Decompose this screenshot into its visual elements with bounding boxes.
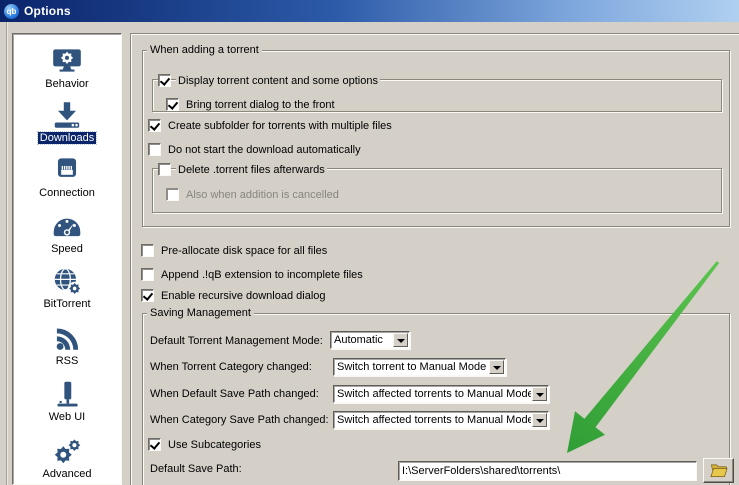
sidebar-item-rss[interactable]: RSS xyxy=(13,323,121,367)
sidebar-item-webui[interactable]: Web UI xyxy=(13,379,121,423)
chevron-down-icon[interactable] xyxy=(532,387,547,401)
download-tray-icon xyxy=(50,100,84,130)
qbittorrent-app-icon: qb xyxy=(4,4,19,19)
checkbox[interactable] xyxy=(148,119,161,132)
chevron-down-icon[interactable] xyxy=(393,333,408,347)
do-not-start-checkbox-row[interactable]: Do not start the download automatically xyxy=(148,142,363,157)
web-kiosk-icon xyxy=(50,379,84,409)
checkbox-label: Append .!qB extension to incomplete file… xyxy=(159,269,365,281)
chevron-down-icon[interactable] xyxy=(532,413,547,427)
pre-allocate-checkbox-row[interactable]: Pre-allocate disk space for all files xyxy=(141,243,329,258)
checkbox[interactable] xyxy=(148,143,161,156)
sidebar-item-advanced[interactable]: Advanced xyxy=(13,436,121,480)
checkbox-label: Display torrent content and some options xyxy=(176,75,380,87)
checkbox-label: Create subfolder for torrents with multi… xyxy=(166,120,394,132)
checkbox[interactable] xyxy=(141,289,154,302)
options-dialog: qb Options Behavior Dow xyxy=(0,0,739,485)
title-bar[interactable]: qb Options xyxy=(0,0,739,22)
group-title: Saving Management xyxy=(147,307,254,319)
delete-torrent-checkbox-row[interactable]: Delete .torrent files afterwards xyxy=(158,162,327,177)
append-qb-checkbox-row[interactable]: Append .!qB extension to incomplete file… xyxy=(141,267,365,282)
checkbox[interactable] xyxy=(158,74,171,87)
default-save-path-changed-dropdown[interactable]: Switch affected torrents to Manual Mode xyxy=(333,385,549,403)
checkbox-label: Delete .torrent files afterwards xyxy=(176,164,327,176)
globe-gear-icon xyxy=(50,266,84,296)
bring-front-checkbox-row[interactable]: Bring torrent dialog to the front xyxy=(166,97,337,112)
default-save-path-label: Default Save Path: xyxy=(150,463,242,475)
checkbox[interactable] xyxy=(141,244,154,257)
dropdown-value: Switch torrent to Manual Mode xyxy=(337,359,488,375)
checkbox-disabled xyxy=(166,188,179,201)
checkbox-label: Bring torrent dialog to the front xyxy=(184,99,337,111)
group-title: When adding a torrent xyxy=(147,44,262,56)
settings-category-list: Behavior Downloads xyxy=(12,33,122,485)
sidebar-item-speed[interactable]: Speed xyxy=(13,211,121,255)
sidebar-item-label: Speed xyxy=(13,243,121,255)
sidebar-item-label: RSS xyxy=(13,355,121,367)
checkbox-label: Do not start the download automatically xyxy=(166,144,363,156)
sidebar-item-connection[interactable]: Connection xyxy=(13,155,121,199)
checkbox[interactable] xyxy=(141,268,154,281)
window-title: Options xyxy=(24,4,71,18)
sidebar-item-label: Advanced xyxy=(13,468,121,480)
sidebar-item-label: Connection xyxy=(13,187,121,199)
default-path-changed-label: When Default Save Path changed: xyxy=(150,388,319,400)
checkbox-label: Also when addition is cancelled xyxy=(184,189,341,201)
dropdown-value: Switch affected torrents to Manual Mode xyxy=(337,412,531,428)
gears-icon xyxy=(50,436,84,466)
sidebar-item-behavior[interactable]: Behavior xyxy=(13,46,121,90)
also-cancelled-checkbox-row: Also when addition is cancelled xyxy=(166,187,341,202)
display-content-checkbox-row[interactable]: Display torrent content and some options xyxy=(158,73,380,88)
folder-icon xyxy=(709,462,729,479)
checkbox[interactable] xyxy=(166,98,179,111)
checkbox-label: Enable recursive download dialog xyxy=(159,290,328,302)
checkbox-label: Use Subcategories xyxy=(166,439,263,451)
window-left-border xyxy=(6,22,8,485)
sidebar-item-label: Behavior xyxy=(13,78,121,90)
default-save-path-input[interactable] xyxy=(398,461,697,481)
sidebar-item-label-selected: Downloads xyxy=(13,132,121,144)
sidebar-item-label: BitTorrent xyxy=(13,298,121,310)
create-subfolder-checkbox-row[interactable]: Create subfolder for torrents with multi… xyxy=(148,118,394,133)
rss-icon xyxy=(50,323,84,353)
monitor-gear-icon xyxy=(50,46,84,76)
checkbox[interactable] xyxy=(148,438,161,451)
category-path-changed-label: When Category Save Path changed: xyxy=(150,414,329,426)
sidebar-item-bittorrent[interactable]: BitTorrent xyxy=(13,266,121,310)
sidebar-item-label: Web UI xyxy=(13,411,121,423)
dropdown-value: Automatic xyxy=(334,332,392,348)
chevron-down-icon[interactable] xyxy=(489,360,504,374)
mode-label: Default Torrent Management Mode: xyxy=(150,335,323,347)
category-save-path-changed-dropdown[interactable]: Switch affected torrents to Manual Mode xyxy=(333,411,549,429)
browse-save-path-button[interactable] xyxy=(703,458,734,483)
category-changed-label: When Torrent Category changed: xyxy=(150,361,312,373)
sidebar-item-downloads[interactable]: Downloads xyxy=(13,100,121,144)
ethernet-plug-icon xyxy=(50,155,84,185)
recursive-checkbox-row[interactable]: Enable recursive download dialog xyxy=(141,288,328,303)
dropdown-value: Switch affected torrents to Manual Mode xyxy=(337,386,531,402)
use-subcategories-checkbox-row[interactable]: Use Subcategories xyxy=(148,437,263,452)
checkbox-label: Pre-allocate disk space for all files xyxy=(159,245,329,257)
default-management-mode-dropdown[interactable]: Automatic xyxy=(330,331,410,349)
checkbox[interactable] xyxy=(158,163,171,176)
speedometer-icon xyxy=(50,211,84,241)
torrent-category-changed-dropdown[interactable]: Switch torrent to Manual Mode xyxy=(333,358,506,376)
